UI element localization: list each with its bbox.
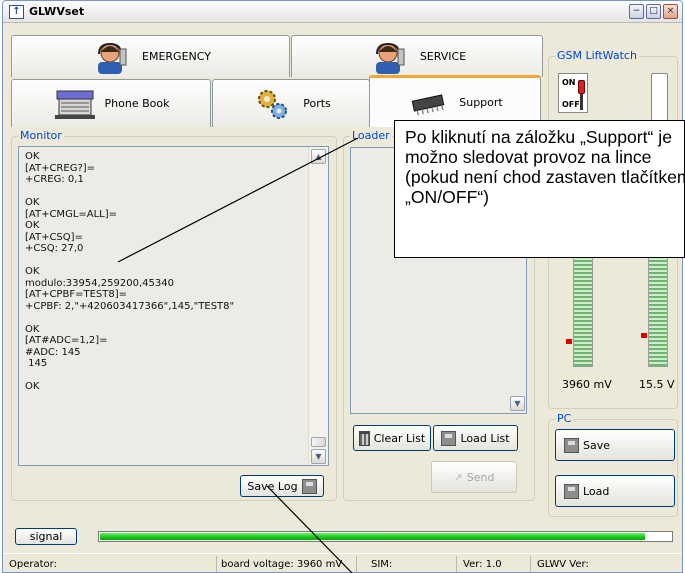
minimize-button[interactable]: − [629,4,644,19]
operator-headset-icon [98,42,127,74]
log-line: #ADC: 145 [25,346,81,358]
voltage-meter-marker [566,339,572,344]
tab-phone-book-label: Phone Book [104,97,170,110]
window-controls: − □ × [629,4,678,19]
scroll-thumb[interactable] [311,437,326,447]
log-line: modulo:33954,259200,45340 [25,277,174,289]
close-button[interactable]: × [663,4,678,19]
supply-meter-marker [641,333,647,338]
floppy-disk-icon [564,483,579,499]
log-line: [AT+CMGL=ALL]= [25,208,118,220]
log-line: +CPBF: 2,"+420603417366",145,"TEST8" [25,300,235,312]
clear-list-button[interactable]: Clear List [353,425,431,451]
status-version: Ver: 1.0 [459,556,531,572]
status-sim: SIM: [367,556,457,572]
tab-service[interactable]: SERVICE [291,35,543,77]
log-line: [AT+CSQ]= [25,231,83,243]
toggle-off-label: OFF [562,100,580,109]
app-icon[interactable]: ↑ [9,5,24,19]
send-label: Send [466,470,495,484]
load-list-label: Load List [460,431,510,445]
voltage-meter [573,255,593,367]
signal-strength-bar [98,531,673,542]
toggle-shaft-icon [580,94,583,110]
toggle-lever-icon [578,80,585,94]
app-window: ↑ GLWVset − □ × EMERGENCY SERVICE Phone … [2,0,683,573]
toggle-on-label: ON [562,78,576,87]
log-line: OK [25,381,40,392]
pc-group-label: PC [555,412,574,425]
tab-emergency-label: EMERGENCY [142,50,211,63]
status-board-voltage: board voltage: 3960 mV [217,556,357,572]
operator-headset-icon [375,42,405,74]
scroll-up-arrow-icon[interactable]: ▲ [311,149,326,164]
log-line: +CREG: 0,1 [25,174,84,185]
tab-support-label: Support [459,96,503,109]
supply-reading: 15.5 V [639,378,675,391]
log-line: [AT+CREG?]= [25,162,96,174]
chip-icon [411,93,445,115]
log-line: OK [25,197,40,208]
loader-group-label: Loader [350,129,392,142]
log-line: OK [25,220,40,231]
log-line: [AT#ADC=1,2]= [25,335,108,346]
monitor-scrollbar[interactable]: ▲ ▼ [308,147,328,465]
gears-icon [258,89,288,119]
pc-load-button[interactable]: Load [555,475,675,507]
monitor-group-label: Monitor [18,129,64,142]
status-bar: Operator: board voltage: 3960 mV SIM: Ve… [3,553,682,572]
pc-load-label: Load [583,484,610,498]
save-log-label: Save Log [247,479,298,493]
clear-list-label: Clear List [373,431,426,445]
load-list-button[interactable]: Load List [433,425,518,451]
tab-ports-label: Ports [303,97,331,110]
floppy-disk-icon [564,437,579,453]
log-line: OK [25,151,40,162]
monitor-log-textarea[interactable]: OK [AT+CREG?]= +CREG: 0,1 OK [AT+CMGL=ALL]=… [18,146,329,466]
log-line: OK [25,323,40,335]
log-line: OK [25,266,40,277]
tab-emergency[interactable]: EMERGENCY [11,35,290,77]
floppy-disk-icon [301,478,317,494]
scroll-down-arrow-icon[interactable]: ▼ [311,449,326,464]
gsm-liftwatch-label: GSM LiftWatch [555,49,639,62]
pc-save-button[interactable]: Save [555,429,675,461]
floppy-disk-icon [441,430,457,446]
signal-button[interactable]: signal [15,528,77,545]
phonebook-icon [54,90,95,119]
maximize-button[interactable]: □ [646,4,661,19]
tab-service-label: SERVICE [419,50,467,63]
pc-save-label: Save [583,438,611,452]
window-title: GLWVset [29,5,85,18]
save-log-button[interactable]: Save Log [240,475,324,497]
status-glwv-version: GLWV Ver: [537,559,589,570]
status-operator: Operator: [5,556,217,572]
tab-phone-book[interactable]: Phone Book [11,79,211,127]
tab-ports[interactable]: Ports [212,79,370,127]
trash-icon [358,430,370,446]
loader-scroll-down-arrow-icon[interactable]: ▼ [510,396,525,411]
send-button[interactable]: ↗ Send [431,461,517,493]
signal-strength-fill [100,533,646,540]
send-arrow-icon: ↗ [453,470,463,484]
log-line: [AT+CPBF=TEST8]= [25,289,127,300]
status-indicator [651,73,668,121]
on-off-toggle[interactable]: ON OFF [558,73,588,113]
voltage-reading: 3960 mV [562,378,612,391]
log-line: +CSQ: 27,0 [25,243,84,254]
title-bar[interactable]: ↑ GLWVset − □ × [3,1,682,23]
annotation-callout: Po kliknutí na záložku „Support“ je možn… [394,120,685,258]
log-line: 145 [25,358,48,369]
supply-meter [648,255,668,367]
